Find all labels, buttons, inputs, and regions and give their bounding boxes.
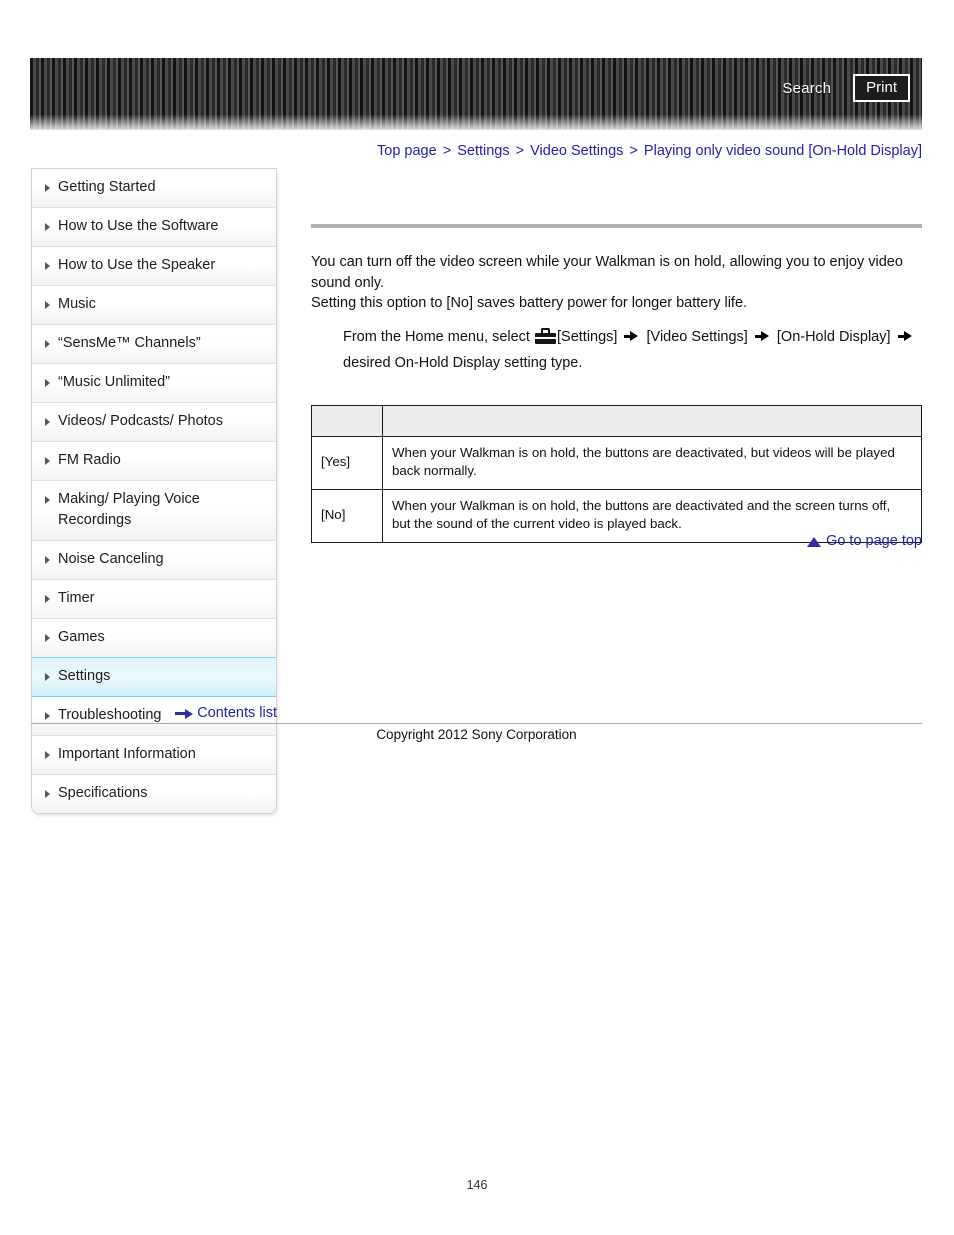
chevron-right-icon — [45, 340, 50, 348]
sidebar-item-sensme-channels[interactable]: “SensMe™ Channels” — [32, 325, 276, 364]
procedure-step-2: [Video Settings] — [646, 328, 748, 345]
breadcrumb-separator: > — [442, 143, 452, 159]
procedure-paragraph: From the Home menu, select [Settings] [V… — [343, 324, 922, 376]
table-cell-description: When your Walkman is on hold, the button… — [382, 435, 922, 490]
contents-list-link[interactable]: Contents list — [175, 705, 277, 721]
sidebar-item-label: “SensMe™ Channels” — [58, 335, 201, 351]
sidebar-item-label: Music — [58, 296, 96, 312]
sidebar-item-label: FM Radio — [58, 452, 121, 468]
chevron-right-icon — [45, 379, 50, 387]
copyright-text: Copyright 2012 Sony Corporation — [376, 727, 577, 742]
sidebar-item-label: How to Use the Software — [58, 218, 219, 234]
chevron-right-icon — [45, 751, 50, 759]
print-button[interactable]: Print — [853, 73, 910, 103]
sidebar-item-videos-podcasts-photos[interactable]: Videos/ Podcasts/ Photos — [32, 403, 276, 442]
chevron-right-icon — [45, 556, 50, 564]
sidebar-item-label: Specifications — [58, 785, 148, 801]
content-divider — [311, 224, 922, 228]
sidebar-item-label: Making/ Playing Voice Recordings — [58, 491, 200, 528]
header-controls: Search Print — [782, 73, 910, 103]
table-cell-key: [Yes] — [311, 435, 383, 490]
breadcrumb-item-video-settings[interactable]: Video Settings — [530, 143, 623, 159]
arrow-right-icon — [624, 331, 639, 342]
table-body: [Yes] When your Walkman is on hold, the … — [311, 435, 922, 543]
sidebar-item-label: Videos/ Podcasts/ Photos — [58, 413, 223, 429]
chevron-right-icon — [45, 301, 50, 309]
table-header-description — [382, 404, 922, 437]
intro-paragraph: You can turn off the video screen while … — [311, 252, 922, 314]
procedure-suffix: desired On-Hold Display setting type. — [343, 354, 583, 371]
page-number: 146 — [466, 1178, 488, 1192]
triangle-up-icon — [807, 537, 822, 547]
header-banner: Search Print — [30, 58, 922, 130]
footer-divider — [31, 723, 922, 724]
main-content: You can turn off the video screen while … — [311, 224, 922, 543]
sidebar-item-label: Timer — [58, 590, 95, 606]
sidebar-item-getting-started[interactable]: Getting Started — [32, 169, 276, 208]
sidebar-item-how-to-use-the-software[interactable]: How to Use the Software — [32, 208, 276, 247]
sidebar-item-label: Getting Started — [58, 179, 156, 195]
sidebar-item-label: Games — [58, 629, 105, 645]
sidebar-item-how-to-use-the-speaker[interactable]: How to Use the Speaker — [32, 247, 276, 286]
chevron-right-icon — [45, 418, 50, 426]
sidebar-item-timer[interactable]: Timer — [32, 580, 276, 619]
breadcrumb-separator: > — [629, 143, 638, 159]
chevron-right-icon — [45, 790, 50, 798]
contents-list-label: Contents list — [197, 705, 277, 721]
breadcrumb-separator: > — [515, 143, 525, 159]
table-header-row — [311, 404, 922, 437]
chevron-right-icon — [45, 184, 50, 192]
procedure-step-3: [On-Hold Display] — [776, 328, 891, 345]
sidebar-item-making-playing-voice-recordings[interactable]: Making/ Playing Voice Recordings — [32, 481, 276, 541]
intro-line-1: You can turn off the video screen while … — [311, 254, 903, 291]
chevron-right-icon — [45, 634, 50, 642]
breadcrumb-item-settings[interactable]: Settings — [457, 143, 509, 159]
chevron-right-icon — [45, 223, 50, 231]
sidebar-item-label: “Music Unlimited” — [58, 374, 170, 390]
arrow-right-icon — [897, 331, 913, 342]
sidebar-item-specifications[interactable]: Specifications — [32, 775, 276, 813]
sidebar-item-label: Important Information — [58, 746, 196, 762]
chevron-right-icon — [45, 457, 50, 465]
chevron-right-icon — [45, 496, 50, 504]
breadcrumb-item-top-page[interactable]: Top page — [377, 143, 437, 159]
sidebar-item-noise-canceling[interactable]: Noise Canceling — [32, 541, 276, 580]
sidebar-item-label: Settings — [58, 668, 111, 684]
procedure-prefix: From the Home menu, select — [343, 328, 530, 345]
sidebar-item-fm-radio[interactable]: FM Radio — [32, 442, 276, 481]
table-row: [Yes] When your Walkman is on hold, the … — [311, 435, 922, 490]
go-to-page-top-row: Go to page top — [311, 533, 922, 550]
table-header-key — [311, 404, 383, 437]
sidebar-item-games[interactable]: Games — [32, 619, 276, 658]
go-to-page-top-label: Go to page top — [826, 533, 922, 549]
chevron-right-icon — [45, 262, 50, 270]
sidebar-item-music-unlimited[interactable]: “Music Unlimited” — [32, 364, 276, 403]
chevron-right-icon — [45, 595, 50, 603]
intro-line-2: Setting this option to [No] saves batter… — [311, 295, 748, 311]
sidebar-item-music[interactable]: Music — [32, 286, 276, 325]
sidebar-item-label: How to Use the Speaker — [58, 257, 216, 273]
toolbox-settings-icon — [535, 327, 556, 344]
on-hold-display-options-table: [Yes] When your Walkman is on hold, the … — [311, 404, 922, 543]
arrow-right-icon — [175, 708, 194, 719]
chevron-right-icon — [45, 673, 50, 681]
sidebar-item-settings[interactable]: Settings — [32, 657, 276, 697]
arrow-right-icon — [754, 331, 770, 342]
search-link[interactable]: Search — [782, 80, 831, 97]
breadcrumb-item-current[interactable]: Playing only video sound [On-Hold Displa… — [644, 143, 922, 159]
sidebar-item-label: Noise Canceling — [58, 551, 164, 567]
go-to-page-top-link[interactable]: Go to page top — [807, 533, 922, 549]
procedure-step-1: [Settings] — [557, 328, 618, 345]
contents-list-row: Contents list — [31, 705, 277, 722]
breadcrumb: Top page > Settings > Video Settings > P… — [305, 143, 922, 159]
table-head — [311, 404, 922, 437]
